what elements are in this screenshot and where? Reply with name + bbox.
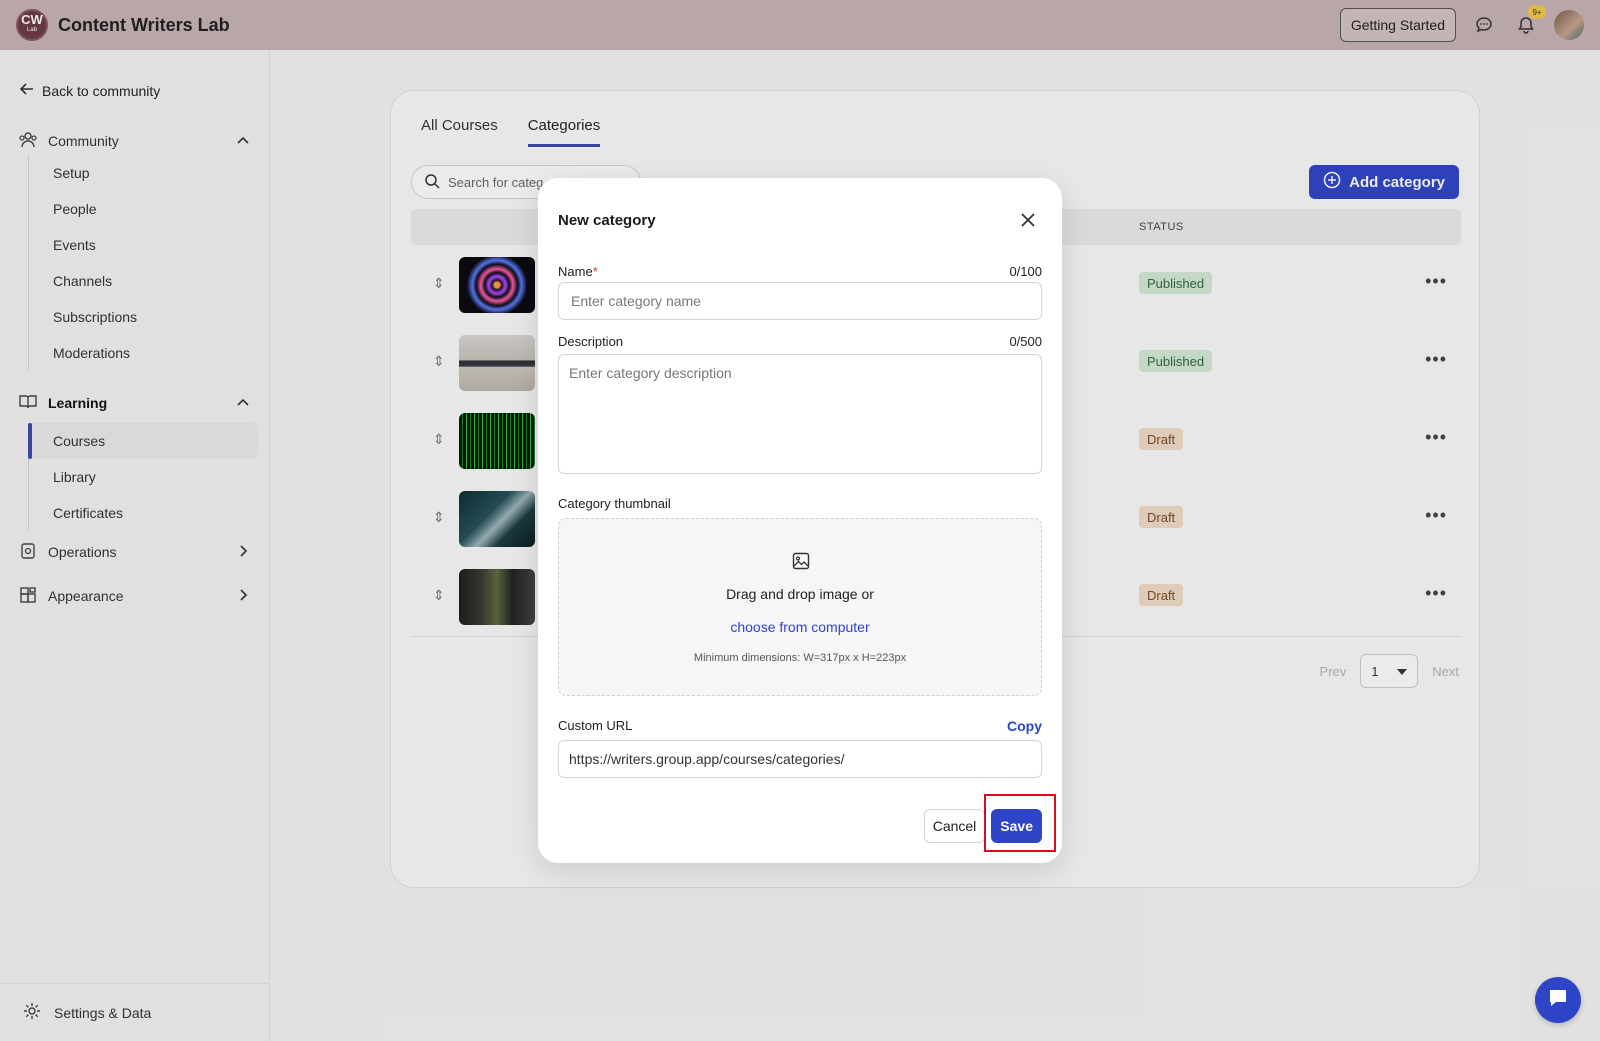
dropzone-text: Drag and drop image or — [726, 586, 874, 602]
custom-url-label: Custom URL — [558, 718, 633, 733]
copy-url-button[interactable]: Copy — [1007, 718, 1042, 734]
save-highlight-box — [984, 794, 1056, 852]
choose-from-computer-link[interactable]: choose from computer — [559, 619, 1041, 635]
description-label: Description — [558, 334, 624, 349]
new-category-modal: New category Name* 0/100 Description 0/5… — [538, 178, 1062, 863]
category-description-input[interactable] — [558, 354, 1042, 474]
description-char-count: 0/500 — [1009, 334, 1042, 349]
chat-bubble-icon — [1546, 986, 1570, 1015]
modal-title: New category — [558, 212, 656, 229]
name-char-count: 0/100 — [1009, 264, 1042, 279]
category-name-input[interactable] — [558, 282, 1042, 320]
name-label: Name* — [558, 264, 598, 279]
dropzone-hint: Minimum dimensions: W=317px x H=223px — [693, 652, 907, 664]
image-icon — [791, 551, 811, 576]
cancel-button[interactable]: Cancel — [923, 809, 986, 843]
thumbnail-dropzone[interactable]: Drag and drop image or choose from compu… — [558, 518, 1042, 696]
custom-url-input[interactable] — [558, 740, 1042, 778]
chat-widget-button[interactable] — [1535, 977, 1581, 1023]
close-icon[interactable] — [1018, 210, 1038, 230]
required-mark: * — [592, 264, 598, 279]
thumbnail-label: Category thumbnail — [558, 496, 671, 511]
name-label-text: Name — [558, 264, 593, 279]
